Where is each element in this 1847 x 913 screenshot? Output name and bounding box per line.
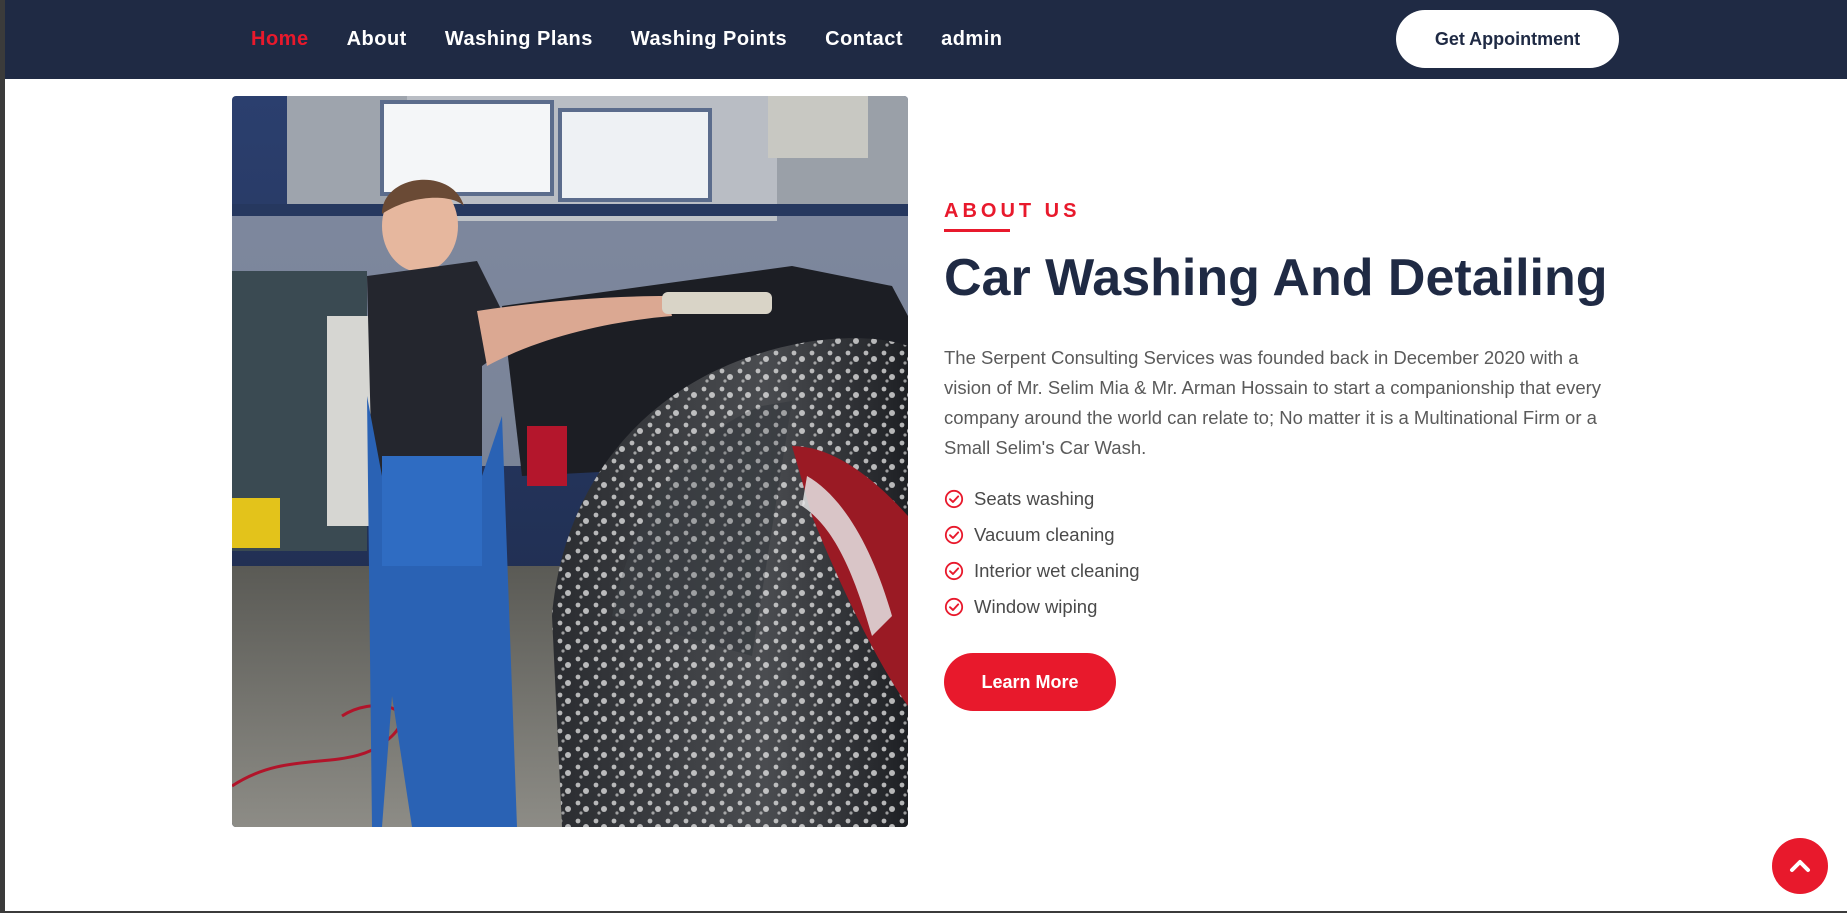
check-circle-icon bbox=[944, 526, 964, 545]
page-frame: Home About Washing Plans Washing Points … bbox=[5, 0, 1847, 911]
list-item: Window wiping bbox=[944, 589, 1624, 625]
check-circle-icon bbox=[944, 562, 964, 581]
chevron-up-icon bbox=[1790, 860, 1810, 872]
nav-washing-plans-link[interactable]: Washing Plans bbox=[445, 28, 593, 51]
car-wash-photo bbox=[232, 96, 908, 827]
get-appointment-button[interactable]: Get Appointment bbox=[1396, 10, 1619, 68]
section-title: Car Washing And Detailing bbox=[944, 249, 1608, 307]
section-eyebrow: ABOUT US bbox=[944, 200, 1081, 222]
nav-contact-link[interactable]: Contact bbox=[825, 28, 903, 51]
learn-more-button[interactable]: Learn More bbox=[944, 653, 1116, 712]
section-description: The Serpent Consulting Services was foun… bbox=[944, 347, 1602, 459]
list-item: Interior wet cleaning bbox=[944, 553, 1624, 589]
check-circle-icon bbox=[944, 490, 964, 509]
nav-about-link[interactable]: About bbox=[347, 28, 407, 51]
eyebrow-underline bbox=[944, 229, 1010, 232]
about-section: ABOUT US Car Washing And Detailing The S… bbox=[944, 200, 1624, 712]
check-circle-icon bbox=[944, 598, 964, 617]
nav-home-link[interactable]: Home bbox=[251, 28, 309, 51]
list-item: Vacuum cleaning bbox=[944, 517, 1624, 553]
top-navbar: Home About Washing Plans Washing Points … bbox=[5, 0, 1847, 79]
scroll-to-top-button[interactable] bbox=[1772, 838, 1828, 894]
nav-washing-points-link[interactable]: Washing Points bbox=[631, 28, 787, 51]
feature-label: Seats washing bbox=[974, 488, 1095, 510]
feature-label: Vacuum cleaning bbox=[974, 524, 1115, 546]
feature-label: Window wiping bbox=[974, 596, 1098, 618]
feature-list: Seats washing Vacuum cleaning Interior w… bbox=[944, 481, 1624, 625]
main-nav: Home About Washing Plans Washing Points … bbox=[251, 0, 1040, 79]
feature-label: Interior wet cleaning bbox=[974, 560, 1140, 582]
list-item: Seats washing bbox=[944, 481, 1624, 517]
nav-admin-link[interactable]: admin bbox=[941, 28, 1002, 51]
